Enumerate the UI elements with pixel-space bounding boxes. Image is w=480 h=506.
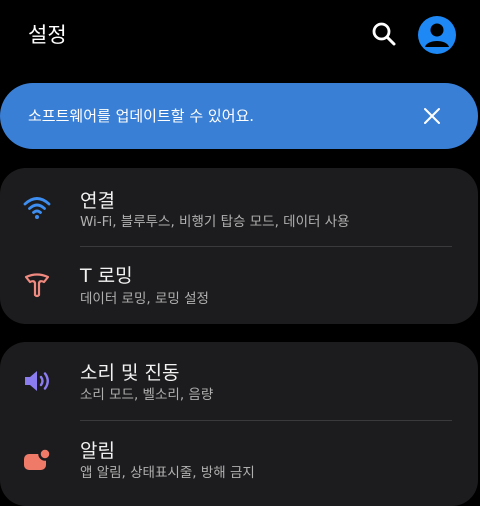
- settings-item-subtitle: 앱 알림, 상태표시줄, 방해 금지: [80, 465, 255, 481]
- settings-item-title: 연결: [80, 190, 115, 212]
- account-icon: [425, 23, 449, 47]
- update-banner-text: 소프트웨어를 업데이트할 수 있어요.: [28, 107, 255, 125]
- settings-item-subtitle: 소리 모드, 벨소리, 음량: [80, 387, 214, 403]
- settings-item-title: T 로밍: [80, 265, 133, 287]
- settings-item-t-roaming[interactable]: T 로밍 데이터 로밍, 로밍 설정: [0, 247, 478, 324]
- settings-item-sound-vibration[interactable]: 소리 및 진동 소리 모드, 벨소리, 음량: [0, 342, 478, 420]
- roaming-icon: [24, 273, 50, 298]
- settings-item-title: 알림: [80, 440, 115, 462]
- update-banner[interactable]: 소프트웨어를 업데이트할 수 있어요.: [0, 83, 478, 149]
- account-button[interactable]: [418, 16, 456, 54]
- settings-group-sound: 소리 및 진동 소리 모드, 벨소리, 음량 알림 앱 알림, 상태표시줄, 방…: [0, 342, 478, 506]
- wifi-icon: [23, 197, 51, 219]
- app-header: 설정: [0, 0, 480, 72]
- settings-item-connections[interactable]: 연결 Wi-Fi, 블루투스, 비행기 탑승 모드, 데이터 사용: [0, 168, 478, 246]
- search-button[interactable]: [370, 20, 398, 48]
- volume-icon: [25, 371, 49, 391]
- page-title: 설정: [28, 23, 67, 47]
- notification-icon: [24, 447, 52, 470]
- settings-group-connections: 연결 Wi-Fi, 블루투스, 비행기 탑승 모드, 데이터 사용 T 로밍 데…: [0, 168, 478, 324]
- search-icon: [372, 22, 396, 46]
- settings-item-notifications[interactable]: 알림 앱 알림, 상태표시줄, 방해 금지: [0, 421, 478, 499]
- banner-close-button[interactable]: [420, 104, 444, 128]
- close-icon: [424, 108, 440, 124]
- settings-item-title: 소리 및 진동: [80, 362, 180, 384]
- settings-item-subtitle: Wi-Fi, 블루투스, 비행기 탑승 모드, 데이터 사용: [80, 214, 350, 230]
- settings-item-subtitle: 데이터 로밍, 로밍 설정: [80, 291, 209, 307]
